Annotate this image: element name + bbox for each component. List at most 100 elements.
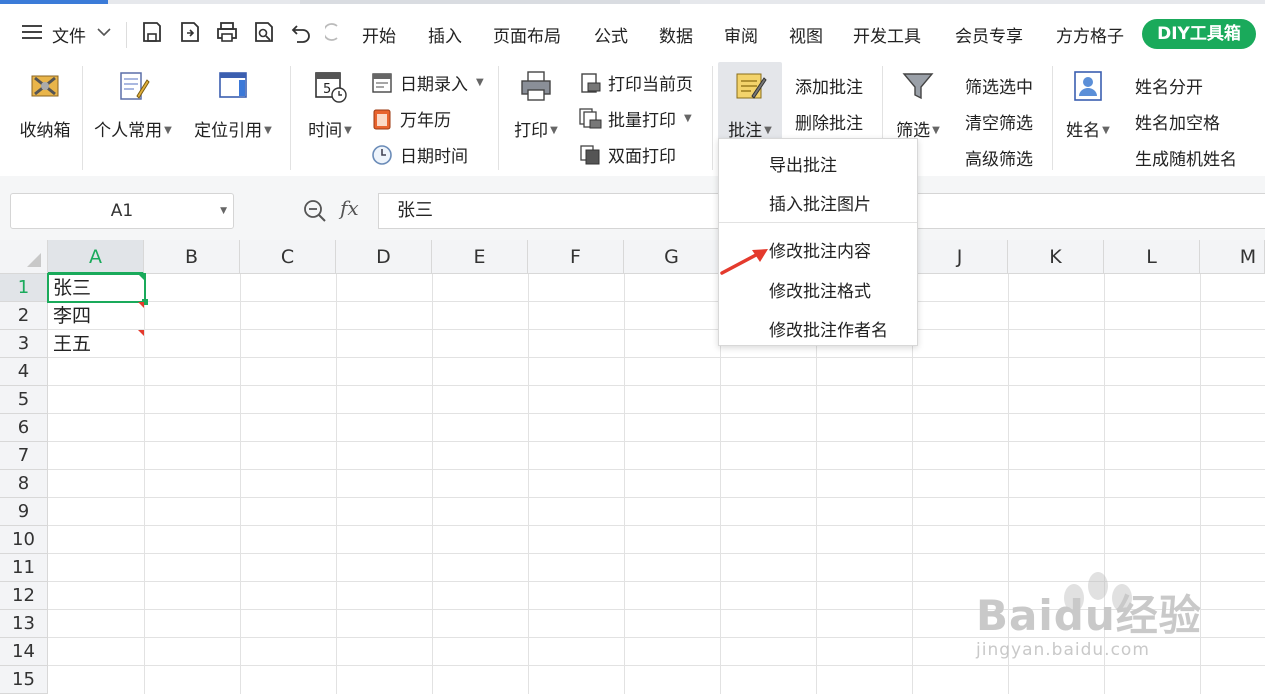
row-header-4[interactable]: 4 (0, 358, 48, 386)
tab-developer[interactable]: 开发工具 (853, 22, 921, 47)
comment-button[interactable]: 批注 ▼ (718, 68, 782, 141)
filter-selected-button[interactable]: 筛选选中 (965, 73, 1033, 98)
comment-indicator[interactable] (138, 302, 144, 308)
row-header-11[interactable]: 11 (0, 554, 48, 582)
delete-comment-button[interactable]: 删除批注 (795, 109, 863, 134)
red-arrow-annotation (720, 249, 768, 275)
ribbon-divider (712, 66, 713, 170)
notepad-pencil-icon (120, 72, 150, 100)
funnel-icon (902, 73, 934, 100)
tab-review[interactable]: 审阅 (724, 22, 758, 47)
cell-a2[interactable]: 李四 (48, 302, 144, 330)
random-name-button[interactable]: 生成随机姓名 (1135, 145, 1237, 170)
locate-ref-button[interactable]: 定位引用 ▼ (188, 68, 278, 141)
clear-filter-button[interactable]: 清空筛选 (965, 109, 1033, 134)
cell-a3[interactable]: 王五 (48, 330, 144, 358)
formula-bar: A1 ▼ fx 张三 (0, 176, 1265, 240)
gridline (48, 441, 1265, 442)
row-header-9[interactable]: 9 (0, 498, 48, 526)
comment-indicator[interactable] (138, 330, 144, 336)
window-icon (219, 72, 247, 98)
tab-home[interactable]: 开始 (362, 22, 396, 47)
column-header-e[interactable]: E (432, 240, 528, 274)
tab-view[interactable]: 视图 (789, 22, 823, 47)
menu-item-edit-comment-author[interactable]: 修改批注作者名 (769, 316, 888, 341)
date-entry-icon (372, 72, 392, 93)
tab-member[interactable]: 会员专享 (955, 22, 1023, 47)
gridline (624, 274, 625, 694)
column-header-j[interactable]: J (912, 240, 1008, 274)
print-current-page-button[interactable]: 打印当前页 (578, 70, 693, 95)
row-header-1[interactable]: 1 (0, 274, 48, 302)
menu-item-export-comments[interactable]: 导出批注 (769, 151, 837, 176)
ribbon-divider (290, 66, 291, 170)
row-header-6[interactable]: 6 (0, 414, 48, 442)
menu-item-edit-comment-format[interactable]: 修改批注格式 (769, 277, 871, 302)
person-card-icon (1074, 71, 1102, 101)
split-name-button[interactable]: 姓名分开 (1135, 73, 1203, 98)
print-button[interactable]: 打印 ▼ (508, 68, 564, 141)
save-icon[interactable] (140, 20, 164, 44)
print-preview-icon[interactable] (252, 20, 276, 44)
row-header-14[interactable]: 14 (0, 638, 48, 666)
datetime-button[interactable]: 日期时间 (370, 142, 468, 167)
caret-down-icon[interactable]: ▼ (220, 194, 227, 228)
chevron-down-icon[interactable] (96, 24, 112, 40)
advanced-filter-button[interactable]: 高级筛选 (965, 145, 1033, 170)
tab-formulas[interactable]: 公式 (594, 22, 628, 47)
caret-down-icon: ▼ (1102, 125, 1110, 136)
gridline (48, 553, 1265, 554)
row-header-8[interactable]: 8 (0, 470, 48, 498)
tab-insert[interactable]: 插入 (428, 22, 462, 47)
select-all-corner[interactable] (0, 240, 48, 274)
row-header-13[interactable]: 13 (0, 610, 48, 638)
batch-print-button[interactable]: 批量打印 ▼ (578, 106, 692, 131)
personal-button[interactable]: 个人常用 ▼ (88, 68, 178, 141)
name-box[interactable]: A1 ▼ (10, 193, 234, 229)
column-header-f[interactable]: F (528, 240, 624, 274)
menu-item-insert-comment-image[interactable]: 插入批注图片 (769, 190, 871, 215)
row-header-5[interactable]: 5 (0, 386, 48, 414)
date-entry-button[interactable]: 日期录入 ▼ (370, 70, 484, 95)
tab-data[interactable]: 数据 (659, 22, 693, 47)
column-header-k[interactable]: K (1008, 240, 1104, 274)
export-icon[interactable] (178, 20, 202, 44)
row-header-10[interactable]: 10 (0, 526, 48, 554)
batch-print-icon (579, 107, 602, 128)
column-header-m[interactable]: M (1200, 240, 1265, 274)
tab-diy-toolbox[interactable]: DIY工具箱 (1142, 19, 1256, 49)
row-header-12[interactable]: 12 (0, 582, 48, 610)
undo-icon[interactable] (289, 20, 313, 44)
menu-item-edit-comment-content[interactable]: 修改批注内容 (769, 237, 871, 262)
cell-marker (138, 274, 144, 280)
time-button[interactable]: 5 时间 ▼ (300, 68, 360, 141)
name-button[interactable]: 姓名 ▼ (1060, 68, 1116, 141)
row-header-15[interactable]: 15 (0, 666, 48, 694)
column-header-b[interactable]: B (144, 240, 240, 274)
menu-bar: 文件 开始 插入 页面布局 公式 数据 审阅 视图 开发工具 会员专享 方方格子… (0, 8, 1265, 58)
tab-page-layout[interactable]: 页面布局 (493, 22, 561, 47)
fx-icon[interactable]: fx (340, 196, 359, 220)
zoom-search-icon[interactable] (302, 198, 328, 224)
column-header-c[interactable]: C (240, 240, 336, 274)
print-icon[interactable] (215, 20, 239, 44)
name-add-space-button[interactable]: 姓名加空格 (1135, 109, 1220, 134)
column-header-d[interactable]: D (336, 240, 432, 274)
row-header-2[interactable]: 2 (0, 302, 48, 330)
calendar-button[interactable]: 万年历 (370, 106, 451, 131)
column-header-l[interactable]: L (1104, 240, 1200, 274)
filter-button[interactable]: 筛选 ▼ (890, 68, 946, 141)
file-menu[interactable]: 文件 (52, 22, 86, 47)
toolbox-button[interactable]: 收纳箱 (14, 68, 76, 141)
column-header-g[interactable]: G (624, 240, 720, 274)
calendar-clock-icon: 5 (315, 72, 347, 103)
column-header-a[interactable]: A (48, 240, 144, 274)
add-comment-button[interactable]: 添加批注 (795, 73, 863, 98)
row-header-7[interactable]: 7 (0, 442, 48, 470)
hamburger-menu-icon[interactable] (22, 25, 42, 39)
duplex-print-button[interactable]: 双面打印 (578, 142, 676, 167)
gridline (240, 274, 241, 694)
tab-fangfanggezi[interactable]: 方方格子 (1056, 22, 1124, 47)
row-header-3[interactable]: 3 (0, 330, 48, 358)
redo-icon[interactable] (325, 20, 341, 44)
